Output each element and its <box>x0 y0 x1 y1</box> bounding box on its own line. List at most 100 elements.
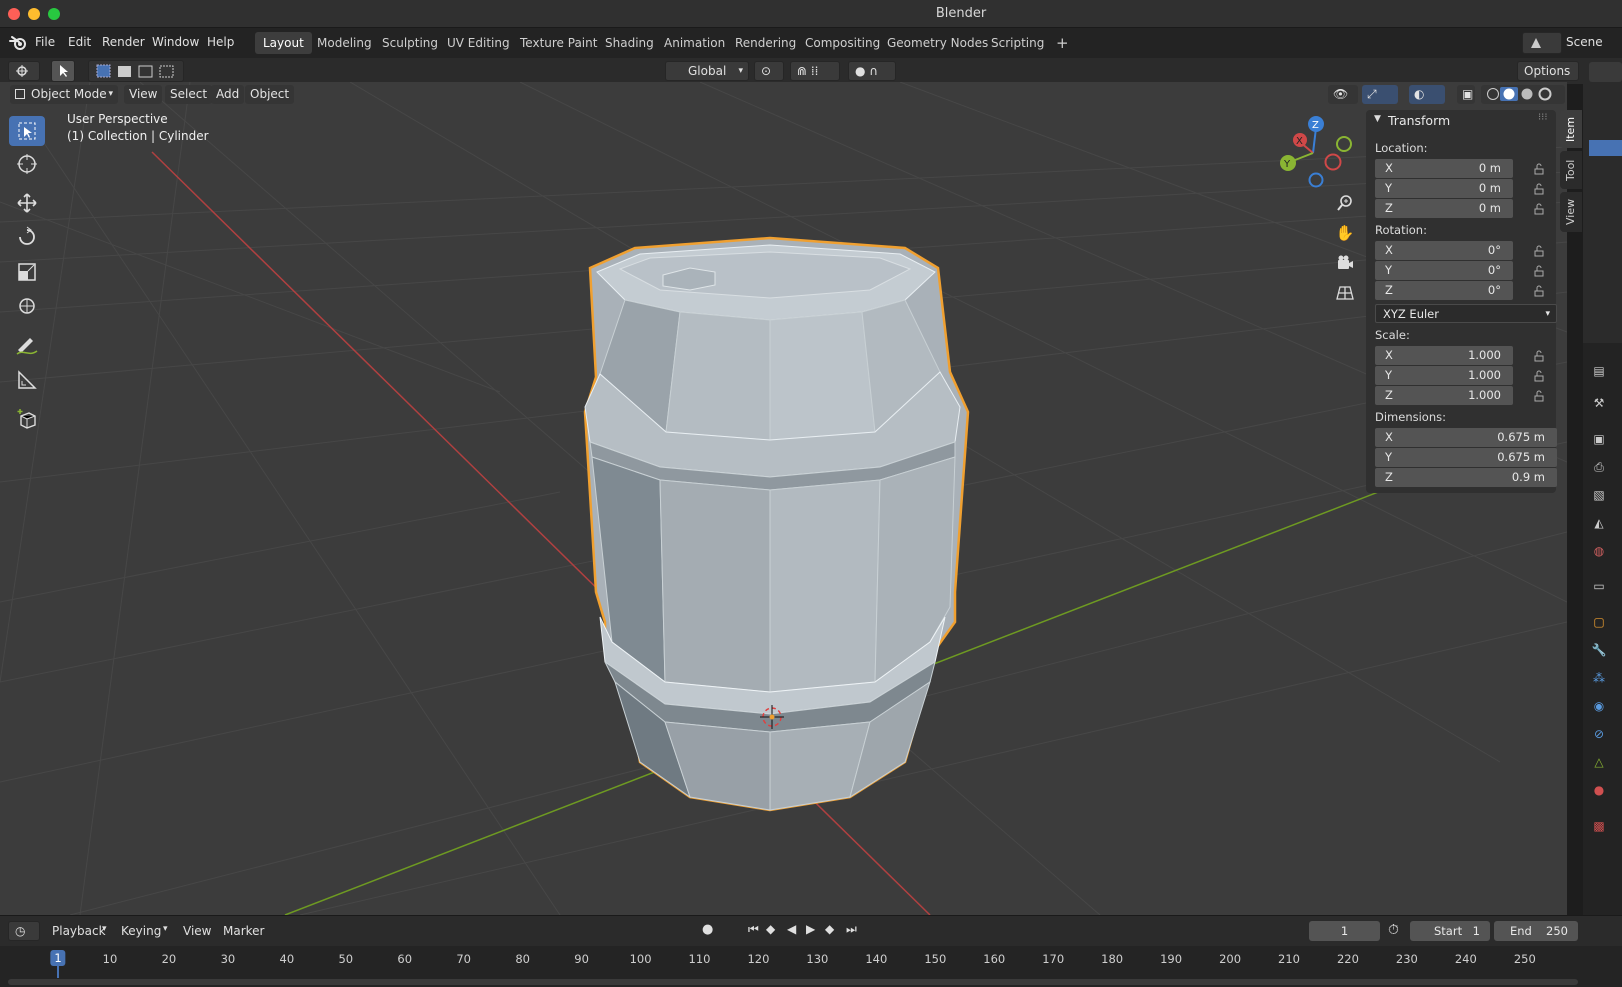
menu-view[interactable]: View <box>124 85 163 104</box>
tab-scripting[interactable]: Scripting <box>983 32 1052 54</box>
snap-button[interactable]: ⋒ ⁞⁞ <box>790 61 840 81</box>
editor-type-button[interactable] <box>8 61 40 81</box>
object-properties-icon[interactable]: ▢ <box>1590 613 1608 631</box>
scene-selector-button[interactable] <box>1522 32 1562 54</box>
xray-toggle[interactable]: ▣ <box>1457 85 1475 104</box>
scale-z-field[interactable]: Z 1.000 <box>1375 386 1513 405</box>
transform-orientation-dropdown[interactable]: Global ▾ <box>665 61 749 81</box>
add-workspace-icon[interactable]: + <box>1048 32 1077 54</box>
mode-dropdown[interactable]: Object Mode ▾ <box>10 85 118 104</box>
scene-properties-icon[interactable]: ◭ <box>1590 514 1608 532</box>
timeline-menu-marker[interactable]: Marker <box>223 924 264 938</box>
tab-rendering[interactable]: Rendering <box>727 32 804 54</box>
annotate-tool[interactable] <box>9 331 45 361</box>
collection-properties-icon[interactable]: ▭ <box>1590 577 1608 595</box>
current-frame-marker[interactable]: 1 <box>50 950 66 966</box>
menu-file[interactable]: File <box>35 35 55 49</box>
material-properties-icon[interactable]: ● <box>1590 781 1608 799</box>
select-tool-toggle[interactable] <box>51 60 75 82</box>
playhead-line[interactable] <box>57 966 59 978</box>
texture-properties-icon[interactable]: ▩ <box>1590 817 1608 835</box>
transform-tool[interactable] <box>9 291 45 321</box>
jump-to-end-icon[interactable]: ⏭ <box>846 922 857 937</box>
tab-animation[interactable]: Animation <box>656 32 733 54</box>
menu-window[interactable]: Window <box>152 35 199 49</box>
physics-properties-icon[interactable]: ◉ <box>1590 697 1608 715</box>
collapse-triangle-icon[interactable]: ▼ <box>1374 114 1381 124</box>
tab-sculpting[interactable]: Sculpting <box>374 32 446 54</box>
jump-to-start-icon[interactable]: ⏮ <box>748 922 759 937</box>
perspective-toggle-button[interactable] <box>1331 279 1359 307</box>
visibility-button[interactable]: 👁 <box>1328 85 1358 104</box>
lock-icon[interactable] <box>1533 163 1545 175</box>
constraints-properties-icon[interactable]: ⊘ <box>1590 725 1608 743</box>
view-layer-properties-icon[interactable]: ▧ <box>1590 486 1608 504</box>
3d-viewport[interactable]: Z X Y Object Mode ▾ View Select Add Obje… <box>0 82 1567 915</box>
drag-handle-icon[interactable]: ⁝⁝⁝ <box>1538 112 1548 123</box>
outliner-selected-row[interactable] <box>1589 140 1622 156</box>
outliner-filter-button[interactable] <box>1589 62 1622 82</box>
add-cube-tool[interactable] <box>9 404 45 434</box>
scene-name[interactable]: Scene <box>1566 35 1603 49</box>
lock-icon[interactable] <box>1533 285 1545 297</box>
play-reverse-icon[interactable]: ◀ <box>787 922 796 936</box>
selection-mode-group[interactable] <box>88 60 184 82</box>
scale-x-field[interactable]: X 1.000 <box>1375 346 1513 365</box>
timeline-menu-keying[interactable]: Keying <box>121 924 161 938</box>
menu-help[interactable]: Help <box>207 35 234 49</box>
lock-icon[interactable] <box>1533 370 1545 382</box>
tab-layout[interactable]: Layout <box>255 32 312 54</box>
location-x-field[interactable]: X 0 m <box>1375 159 1513 178</box>
lock-icon[interactable] <box>1533 350 1545 362</box>
rotation-y-field[interactable]: Y 0° <box>1375 261 1513 280</box>
camera-view-button[interactable] <box>1331 249 1359 277</box>
start-frame-field[interactable]: Start 1 <box>1410 921 1490 941</box>
tab-tool[interactable]: Tool <box>1560 151 1582 189</box>
dimensions-x-field[interactable]: X 0.675 m <box>1375 428 1557 447</box>
scale-tool[interactable] <box>9 257 45 287</box>
tab-shading[interactable]: Shading <box>597 32 662 54</box>
tab-geometry-nodes[interactable]: Geometry Nodes <box>879 32 996 54</box>
timeline-editor-type-button[interactable]: ◷ <box>8 921 40 941</box>
render-properties-icon[interactable]: ▣ <box>1590 430 1608 448</box>
timeline-scrollbar[interactable] <box>8 979 1578 985</box>
blender-logo-icon[interactable] <box>9 35 27 51</box>
proportional-edit-button[interactable]: ● ∩ <box>848 61 896 81</box>
lock-icon[interactable] <box>1533 265 1545 277</box>
tab-uv-editing[interactable]: UV Editing <box>439 32 518 54</box>
transform-panel-title[interactable]: Transform <box>1388 113 1450 128</box>
menu-add[interactable]: Add <box>211 85 245 104</box>
menu-object[interactable]: Object <box>245 85 295 104</box>
scale-y-field[interactable]: Y 1.000 <box>1375 366 1513 385</box>
rotate-tool[interactable] <box>9 222 45 252</box>
cursor-tool[interactable] <box>9 149 45 179</box>
tab-item[interactable]: Item <box>1560 110 1582 148</box>
particles-properties-icon[interactable]: ⁂ <box>1590 669 1608 687</box>
menu-select[interactable]: Select <box>165 85 213 104</box>
location-z-field[interactable]: Z 0 m <box>1375 199 1513 218</box>
dimensions-y-field[interactable]: Y 0.675 m <box>1375 448 1557 467</box>
tab-view[interactable]: View <box>1560 192 1582 232</box>
outliner-area[interactable] <box>1583 58 1622 343</box>
data-properties-icon[interactable]: △ <box>1590 753 1608 771</box>
modifier-properties-icon[interactable]: 🔧 <box>1590 641 1608 659</box>
end-frame-field[interactable]: End 250 <box>1494 921 1578 941</box>
measure-tool[interactable] <box>9 365 45 395</box>
next-keyframe-icon[interactable]: ◆ <box>825 922 834 936</box>
pan-view-button[interactable]: ✋ <box>1331 219 1359 247</box>
gizmo-toggle[interactable]: ⤢ <box>1362 85 1398 104</box>
output-properties-icon[interactable]: ⎙ <box>1590 458 1608 476</box>
current-frame-field[interactable]: 1 <box>1309 921 1380 941</box>
lock-icon[interactable] <box>1533 390 1545 402</box>
tab-compositing[interactable]: Compositing <box>797 32 888 54</box>
lock-icon[interactable] <box>1533 203 1545 215</box>
timeline-menu-view[interactable]: View <box>183 924 211 938</box>
menu-edit[interactable]: Edit <box>68 35 91 49</box>
stopwatch-icon[interactable]: ⏱ <box>1388 922 1399 938</box>
previous-keyframe-icon[interactable]: ◆ <box>766 922 775 936</box>
overlay-toggle[interactable]: ◐ <box>1409 85 1445 104</box>
rotation-z-field[interactable]: Z 0° <box>1375 281 1513 300</box>
select-box-tool[interactable] <box>9 116 45 146</box>
frame-ruler[interactable]: 1 10 20 30 40 50 60 70 80 90 100 110 120 130 140 150 160… <box>0 946 1580 978</box>
pivot-point-button[interactable]: ⊙ <box>754 61 784 81</box>
